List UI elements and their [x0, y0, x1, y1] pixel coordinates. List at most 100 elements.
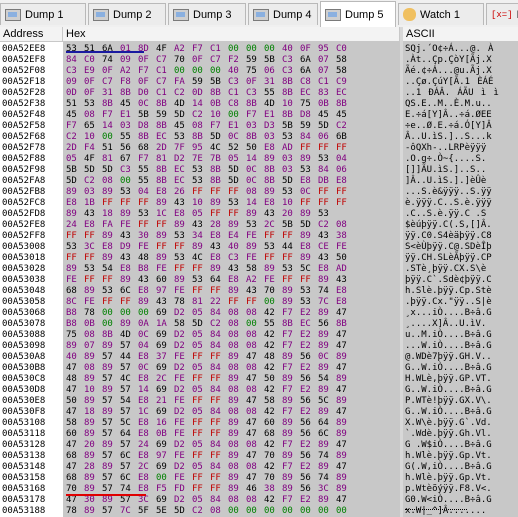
hex-byte[interactable]: 84	[210, 308, 228, 319]
hex-byte[interactable]: 89	[282, 429, 300, 440]
hex-byte[interactable]: 18	[84, 407, 102, 418]
hex-byte[interactable]: 6C	[318, 429, 336, 440]
hex-byte[interactable]: 89	[282, 286, 300, 297]
hex-byte[interactable]: F7	[282, 462, 300, 473]
hex-byte[interactable]: F7	[282, 385, 300, 396]
hex-byte[interactable]: 89	[336, 352, 354, 363]
hex-byte[interactable]: 00	[210, 66, 228, 77]
hex-byte[interactable]: 47	[66, 363, 84, 374]
hex-byte[interactable]: FF	[192, 418, 210, 429]
hex-byte[interactable]: E8	[66, 198, 84, 209]
hex-byte[interactable]: FF	[282, 253, 300, 264]
hex-byte[interactable]: 10	[210, 110, 228, 121]
hex-byte[interactable]: 22	[210, 297, 228, 308]
hex-byte[interactable]: 0D	[192, 88, 210, 99]
hex-byte[interactable]: 57	[102, 352, 120, 363]
hex-byte[interactable]: 08	[228, 495, 246, 506]
hex-byte[interactable]: 0D	[66, 88, 84, 99]
hex-byte[interactable]: 0B	[84, 319, 102, 330]
hex-byte[interactable]: 08	[192, 121, 210, 132]
hex-byte[interactable]: 03	[282, 165, 300, 176]
address-cell[interactable]: 00A53148	[0, 462, 45, 473]
address-cell[interactable]: 00A53048	[0, 286, 45, 297]
hex-byte[interactable]: 84	[210, 330, 228, 341]
hex-byte[interactable]: D0	[138, 88, 156, 99]
hex-byte[interactable]: FE	[246, 231, 264, 242]
hex-byte[interactable]: E2	[300, 330, 318, 341]
hex-byte[interactable]: FF	[102, 297, 120, 308]
ascii-cell[interactable]: ÿÿ.C0.S4èäþÿÿ.C8	[403, 231, 492, 242]
hex-byte[interactable]: C2	[318, 220, 336, 231]
hex-byte[interactable]: 68	[264, 429, 282, 440]
hex-byte[interactable]: FF	[192, 473, 210, 484]
hex-byte[interactable]: EC	[336, 88, 354, 99]
hex-row[interactable]: FF FF 89 43 48 89 53 4C E8 C3 FE FF FF 89 43 50	[63, 253, 354, 264]
address-cell[interactable]: 00A53008	[0, 242, 45, 253]
ascii-cell[interactable]: G..W.iÒ....B÷â.G	[403, 385, 492, 396]
hex-byte[interactable]: 10	[84, 385, 102, 396]
hex-row[interactable]: 47 18 89 57 1C 69 D2 05 84 08 08 42 F7 E2 89 47	[63, 407, 354, 418]
hex-byte[interactable]: FF	[120, 198, 138, 209]
hex-byte[interactable]: 43	[246, 286, 264, 297]
hex-byte[interactable]: 00	[192, 66, 210, 77]
hex-byte[interactable]: DB	[318, 176, 336, 187]
hex-byte[interactable]: 47	[336, 308, 354, 319]
hex-byte[interactable]: FF	[192, 429, 210, 440]
hex-byte[interactable]: 47	[336, 495, 354, 506]
ascii-cell[interactable]: $èúþÿÿ.C(.S,[]Â.	[403, 220, 492, 231]
hex-byte[interactable]: C1	[156, 88, 174, 99]
hex-byte[interactable]: 55	[138, 165, 156, 176]
hex-byte[interactable]: 53	[174, 132, 192, 143]
hex-byte[interactable]: 53	[318, 154, 336, 165]
hex-byte[interactable]: FF	[66, 231, 84, 242]
hex-byte[interactable]: C7	[102, 77, 120, 88]
hex-byte[interactable]: 74	[318, 451, 336, 462]
hex-byte[interactable]: F7	[282, 440, 300, 451]
hex-row[interactable]: 47 20 89 57 24 69 D2 05 84 08 08 42 F7 E2 89 47	[63, 440, 354, 451]
hex-byte[interactable]: D2	[174, 495, 192, 506]
hex-byte[interactable]: C8	[300, 77, 318, 88]
hex-byte[interactable]: 78	[174, 297, 192, 308]
hex-byte[interactable]: 42	[264, 330, 282, 341]
hex-byte[interactable]: D2	[174, 330, 192, 341]
hex-byte[interactable]: 40	[66, 352, 84, 363]
hex-byte[interactable]: FF	[156, 242, 174, 253]
hex-byte[interactable]: 89	[264, 154, 282, 165]
hex-byte[interactable]: 18	[102, 209, 120, 220]
hex-byte[interactable]: 0A	[138, 319, 156, 330]
hex-byte[interactable]: 89	[246, 209, 264, 220]
hex-byte[interactable]: 74	[318, 286, 336, 297]
hex-byte[interactable]: E8	[210, 231, 228, 242]
hex-byte[interactable]: C2	[210, 319, 228, 330]
hex-byte[interactable]: C2	[174, 88, 192, 99]
hex-byte[interactable]: 03	[120, 121, 138, 132]
hex-byte[interactable]: 31	[102, 88, 120, 99]
hex-byte[interactable]: 47	[66, 462, 84, 473]
hex-byte[interactable]: FE	[174, 473, 192, 484]
ascii-cell[interactable]: ÿÿ.CH.SLèÃþÿÿ.CP	[403, 253, 492, 264]
hex-byte[interactable]: 89	[120, 275, 138, 286]
hex-byte[interactable]: 53	[192, 165, 210, 176]
hex-byte[interactable]: FF	[210, 418, 228, 429]
hex-byte[interactable]: F7	[282, 495, 300, 506]
hex-byte[interactable]: 47	[246, 374, 264, 385]
hex-byte[interactable]: 26	[174, 187, 192, 198]
hex-byte[interactable]: FE	[84, 297, 102, 308]
hex-byte[interactable]: 00	[138, 308, 156, 319]
hex-byte[interactable]: 89	[66, 209, 84, 220]
hex-byte[interactable]: 89	[102, 187, 120, 198]
hex-byte[interactable]: E2	[300, 462, 318, 473]
hex-byte[interactable]: 0C	[228, 132, 246, 143]
hex-byte[interactable]: E8	[120, 264, 138, 275]
hex-byte[interactable]: 8B	[246, 132, 264, 143]
hex-row[interactable]: B8 78 00 00 00 69 D2 05 84 08 08 42 F7 E2 89 47	[63, 308, 354, 319]
hex-byte[interactable]: E2	[300, 308, 318, 319]
hex-byte[interactable]: 89	[102, 363, 120, 374]
ascii-cell[interactable]: ]Â..U.ìS.].]èÛè	[403, 176, 486, 187]
hex-byte[interactable]: 60	[264, 418, 282, 429]
hex-byte[interactable]: F7	[210, 121, 228, 132]
hex-byte[interactable]: 84	[210, 385, 228, 396]
ascii-cell[interactable]: ..Çø.ÇúY[Ã.1ÈÁÉ	[403, 77, 493, 88]
address-cell[interactable]: 00A53138	[0, 451, 45, 462]
hex-byte[interactable]: 69	[156, 330, 174, 341]
